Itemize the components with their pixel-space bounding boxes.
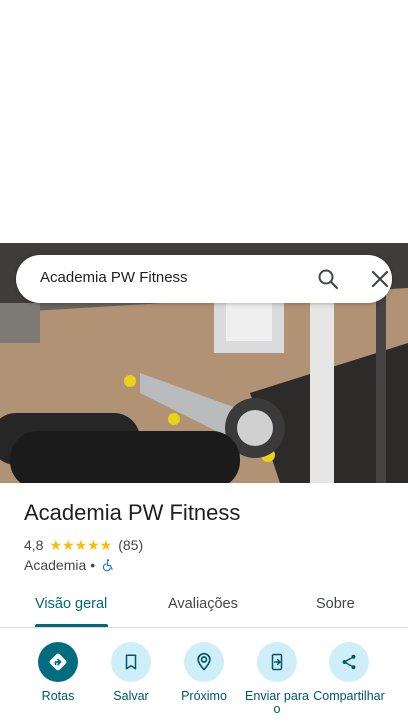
place-title: Academia PW Fitness [24,500,241,525]
place-category: Academia [24,557,87,573]
search-icon[interactable] [316,267,340,291]
save-button[interactable]: Salvar [95,640,167,703]
action-buttons: Rotas Salvar Próximo Enviar para o Compa… [0,640,408,726]
send-to-phone-icon [257,642,297,682]
bookmark-icon [111,642,151,682]
reviews-count: (85) [118,537,144,553]
search-bar[interactable]: Academia PW Fitness [16,255,392,303]
place-tabs: Visão geral Avaliações Sobre [0,586,408,628]
separator-dot: • [90,557,96,573]
share-icon [329,642,369,682]
send-to-phone-label: Enviar para o [245,689,309,716]
directions-button[interactable]: Rotas [22,640,94,703]
tab-overview[interactable]: Visão geral [35,596,107,612]
nearby-button[interactable]: Próximo [168,640,240,703]
nearby-icon [184,642,224,682]
close-icon[interactable] [368,267,392,291]
nearby-label: Próximo [181,689,227,703]
directions-icon [38,642,78,682]
wheelchair-icon [102,559,113,572]
share-button[interactable]: Compartilhar [313,640,385,703]
tab-about[interactable]: Sobre [316,596,355,612]
active-tab-indicator [35,624,108,627]
tab-reviews[interactable]: Avaliações [168,596,238,612]
star-rating-icons: ★★★★★ [49,536,113,553]
rating-row[interactable]: 4,8 ★★★★★ (85) [24,536,143,554]
share-label: Compartilhar [313,689,385,703]
search-input[interactable]: Academia PW Fitness [40,269,188,286]
rating-value: 4,8 [24,537,44,553]
save-label: Salvar [113,689,149,703]
send-to-phone-button[interactable]: Enviar para o [241,640,313,716]
category-row: Academia • [24,556,115,574]
map-blank-area [0,0,408,243]
directions-label: Rotas [41,689,75,703]
